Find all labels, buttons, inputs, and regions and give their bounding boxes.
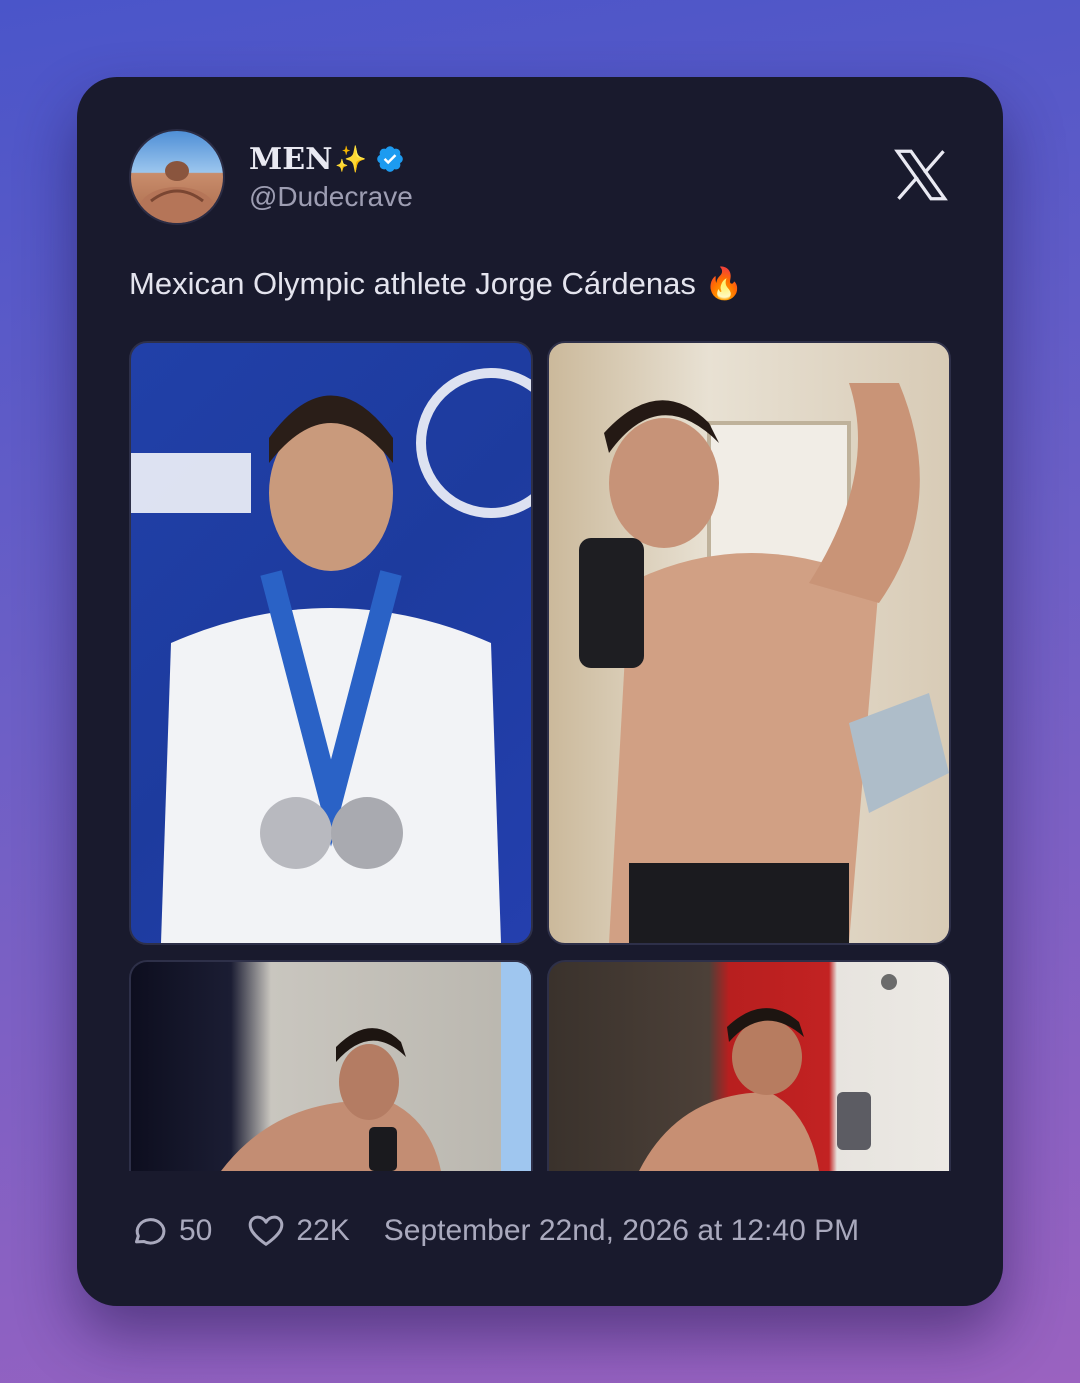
like-count: 22K: [296, 1214, 350, 1247]
avatar[interactable]: [129, 129, 225, 225]
x-logo-icon[interactable]: [891, 145, 951, 205]
heart-icon: [249, 1215, 284, 1246]
media-photo-3[interactable]: [129, 960, 533, 1171]
verified-badge-icon: [377, 146, 403, 172]
sparkles-emoji: ✨: [334, 143, 367, 174]
timestamp-wrap: September 22nd, 2026 at 12:40 PM: [384, 1214, 859, 1248]
media-grid: [129, 341, 951, 1171]
tweet-footer: 50 22K September 22nd, 2026 at 12:40 PM: [129, 1211, 859, 1251]
tweet-card: MEN ✨ @Dudecrave Mexican Olympic athlete…: [77, 77, 1003, 1306]
photo-4-image: [639, 974, 897, 1171]
author-handle[interactable]: @Dudecrave: [249, 181, 413, 213]
like-action[interactable]: 22K: [246, 1211, 350, 1251]
tweet-text: Mexican Olympic athlete Jorge Cárdenas 🔥: [129, 266, 744, 301]
avatar-image: [139, 161, 215, 223]
media-photo-1[interactable]: [129, 341, 533, 945]
photo-3-image: [221, 962, 531, 1171]
reply-action[interactable]: 50: [129, 1211, 212, 1251]
photo-2-image: [579, 383, 949, 943]
photo-1-image: [131, 368, 531, 943]
reply-count: 50: [179, 1214, 213, 1247]
comment-icon: [135, 1218, 166, 1245]
media-photo-4[interactable]: [547, 960, 951, 1171]
display-name[interactable]: MEN: [249, 142, 333, 177]
media-photo-2[interactable]: [547, 341, 951, 945]
author-name-row: MEN ✨: [249, 139, 405, 179]
timestamp[interactable]: September 22nd, 2026 at 12:40 PM: [384, 1214, 859, 1248]
